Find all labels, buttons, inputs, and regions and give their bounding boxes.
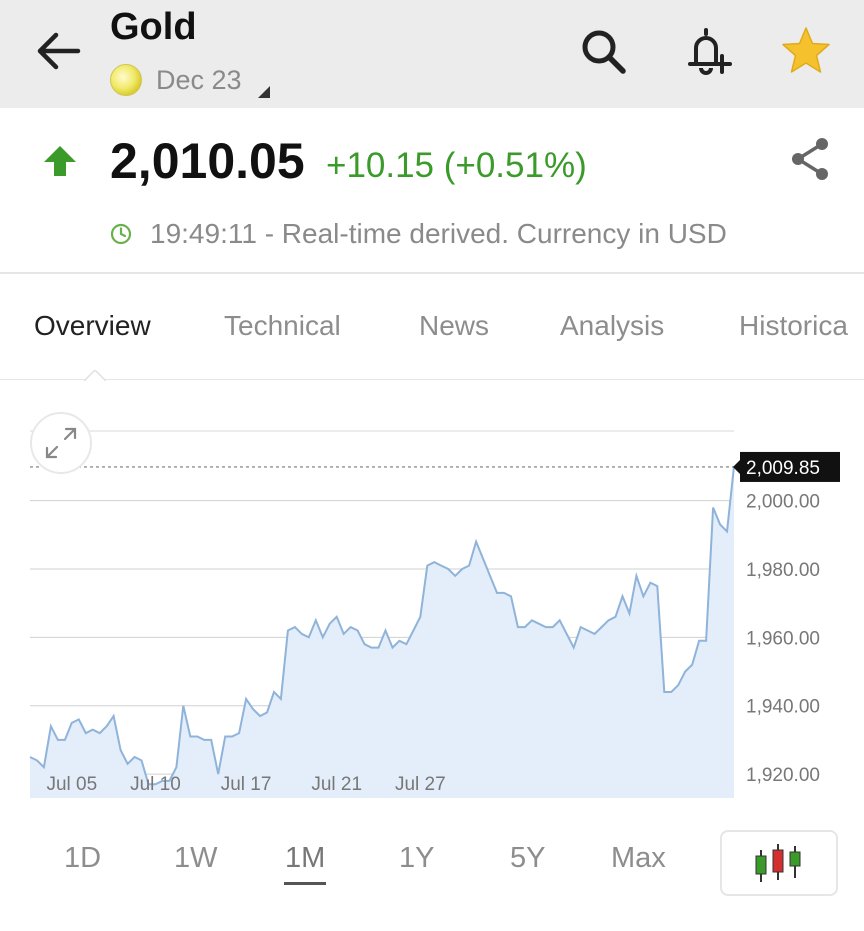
quote-time-text: 19:49:11 - Real-time derived. Currency i… [150,218,727,249]
y-tick-label: 1,960.00 [746,628,820,649]
price-change: +10.15 (+0.51%) [326,146,587,185]
contract-label: Dec 23 [156,64,242,95]
active-range-underline [284,882,326,885]
arrow-up-icon [44,146,76,176]
dropdown-caret-icon [258,86,270,98]
tab-analysis[interactable]: Analysis [560,310,664,342]
expand-chart-button[interactable] [30,412,92,474]
chart-type-button[interactable] [720,830,838,896]
range-1y[interactable]: 1Y [399,842,434,875]
range-1m[interactable]: 1M [285,842,325,875]
arrow-left-icon [37,32,81,70]
range-max[interactable]: Max [611,842,666,875]
app-header: Gold Dec 23 [0,0,864,108]
add-alert-button[interactable] [680,24,736,80]
y-tick-label: 1,920.00 [746,765,820,786]
search-button[interactable] [576,24,632,80]
price-chart-svg: 2,000.00 1,980.00 1,960.00 1,940.00 1,920.00… [29,430,840,798]
bell-plus-icon [688,28,732,75]
search-icon [582,30,626,74]
clock-icon [110,223,132,245]
back-button[interactable] [30,26,86,76]
tab-news[interactable]: News [419,310,489,342]
last-price-tag: 2,009.85 [733,451,840,482]
x-tick-label: Jul 10 [130,774,181,795]
range-selector: 1D 1W 1M 1Y 5Y Max [0,828,864,898]
section-tabs: Overview Technical News Analysis Histori… [0,276,864,380]
range-1d[interactable]: 1D [64,842,101,875]
y-tick-label: 1,980.00 [746,560,820,581]
tab-technical[interactable]: Technical [224,310,341,342]
quote-panel: 2,010.05 +10.15 (+0.51%) 19:49:11 - Real… [0,108,864,274]
page-title: Gold [110,6,197,48]
contract-selector[interactable]: Dec 23 [110,60,270,100]
last-price: 2,010.05 [110,133,305,189]
candlestick-icon [755,844,801,882]
y-tick-label: 2,000.00 [746,492,820,513]
share-icon [792,138,828,180]
tab-historical[interactable]: Historica [739,310,848,342]
share-button[interactable] [786,134,836,184]
chart-area-fill [30,466,734,798]
price-chart: 2,000.00 1,980.00 1,960.00 1,940.00 1,920.00… [0,392,864,812]
star-icon [782,27,830,73]
x-tick-label: Jul 05 [46,774,97,795]
expand-icon [45,427,77,459]
range-1w[interactable]: 1W [174,842,218,875]
y-tick-label: 1,940.00 [746,697,820,718]
gold-coin-icon [110,64,142,96]
x-tick-label: Jul 27 [395,774,446,795]
range-5y[interactable]: 5Y [510,842,545,875]
active-tab-pointer [84,370,106,381]
x-tick-label: Jul 21 [311,774,362,795]
favorite-button[interactable] [778,24,834,80]
x-tick-label: Jul 17 [221,774,272,795]
tab-overview[interactable]: Overview [34,310,151,342]
last-price-label: 2,009.85 [746,458,820,479]
quote-time-row: 19:49:11 - Real-time derived. Currency i… [110,214,727,254]
